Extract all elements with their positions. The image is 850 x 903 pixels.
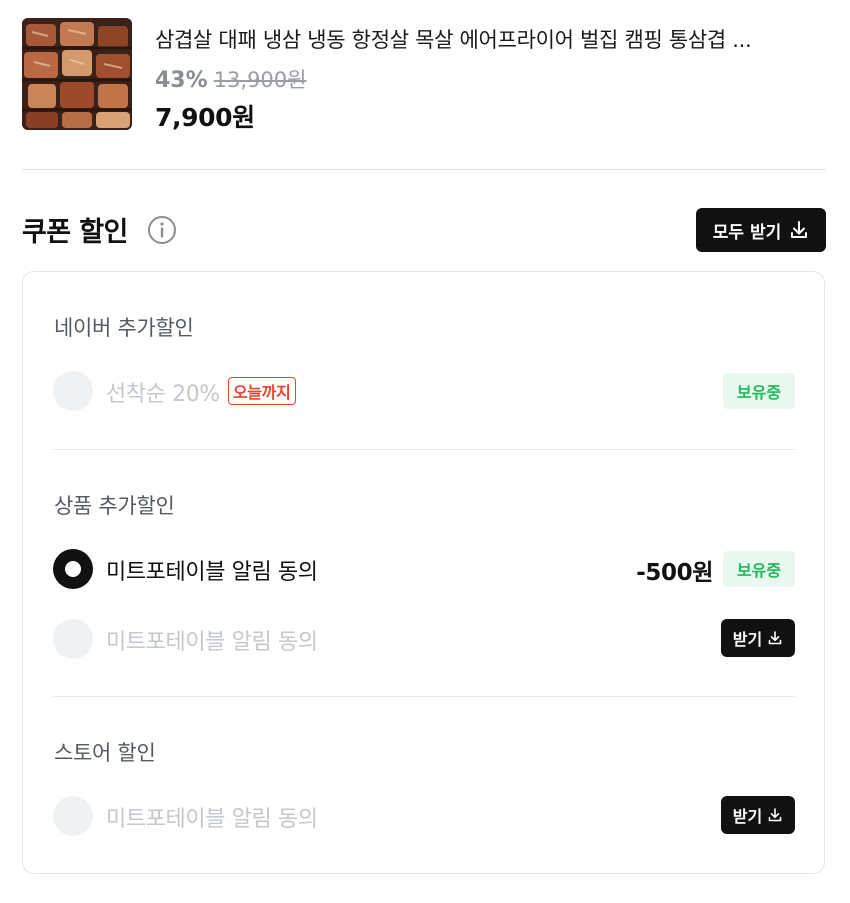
coupon-radio[interactable]: [53, 796, 93, 836]
coupon-title: 쿠폰 할인: [22, 217, 128, 248]
coupon-row[interactable]: 선착순 20% 오늘까지 보유중: [53, 371, 795, 411]
product-title[interactable]: 삼겹살 대패 냉삼 냉동 항정살 목살 에어프라이어 벌집 캠핑 통삼겹 ...: [155, 24, 825, 54]
download-icon: [791, 221, 808, 238]
get-coupon-button[interactable]: 받기: [721, 619, 795, 657]
section-title-product: 상품 추가할인: [54, 494, 175, 518]
coupon-radio-selected[interactable]: [53, 549, 93, 589]
price-row: 43% 13,900원: [155, 64, 306, 94]
product-thumbnail: [22, 18, 132, 130]
download-icon: [768, 631, 782, 645]
download-all-button[interactable]: 모두 받기: [696, 208, 826, 252]
get-coupon-label: 받기: [732, 630, 763, 649]
coupon-label: 선착순 20% 오늘까지: [106, 376, 296, 408]
coupon-label-text: 선착순 20%: [106, 382, 220, 407]
coupon-label: 미트포테이블 알림 동의: [106, 560, 318, 585]
section-title-naver: 네이버 추가할인: [54, 316, 194, 340]
get-coupon-label: 받기: [732, 807, 763, 826]
coupon-header: 쿠폰 할인 모두 받기: [22, 208, 826, 252]
coupon-row[interactable]: 미트포테이블 알림 동의 받기: [53, 619, 795, 659]
get-coupon-button[interactable]: 받기: [721, 796, 795, 834]
original-price: 13,900원: [213, 68, 307, 92]
owned-badge: 보유중: [723, 373, 795, 409]
coupon-label: 미트포테이블 알림 동의: [106, 807, 318, 832]
info-circle-icon[interactable]: [147, 215, 177, 245]
download-all-label: 모두 받기: [712, 222, 782, 243]
deadline-tag: 오늘까지: [227, 377, 296, 405]
coupon-radio[interactable]: [53, 619, 93, 659]
discount-amount: -500원: [636, 560, 713, 586]
product-summary: 삼겹살 대패 냉삼 냉동 항정살 목살 에어프라이어 벌집 캠핑 통삼겹 ...…: [22, 18, 828, 132]
final-price: 7,900원: [155, 103, 255, 132]
section-divider: [53, 696, 795, 697]
download-icon: [768, 808, 782, 822]
coupon-radio[interactable]: [53, 371, 93, 411]
coupon-row[interactable]: 미트포테이블 알림 동의 -500원 보유중: [53, 549, 795, 589]
coupon-label: 미트포테이블 알림 동의: [106, 630, 318, 655]
coupon-panel: 네이버 추가할인 선착순 20% 오늘까지 보유중 상품 추가할인 미트포테이블 …: [22, 271, 825, 874]
coupon-row[interactable]: 미트포테이블 알림 동의 받기: [53, 796, 795, 836]
discount-rate: 43%: [155, 68, 208, 93]
section-divider: [53, 449, 795, 450]
owned-badge: 보유중: [723, 551, 795, 587]
section-title-store: 스토어 할인: [54, 741, 156, 765]
divider: [22, 169, 826, 170]
